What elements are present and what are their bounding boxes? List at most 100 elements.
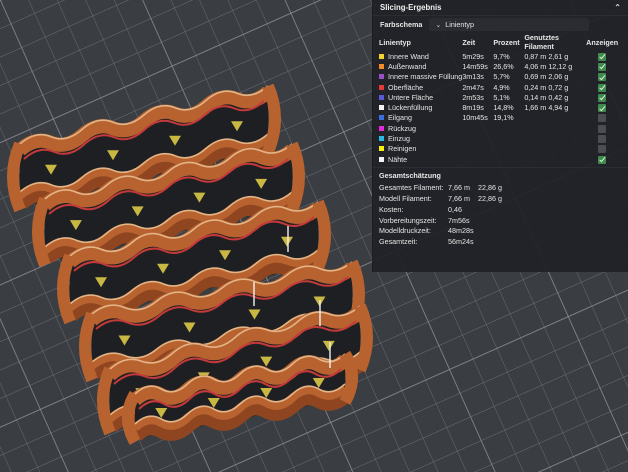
line-type-name: Lückenfüllung	[388, 103, 433, 113]
color-swatch	[379, 136, 384, 142]
color-swatch	[379, 105, 384, 111]
line-type-weight: 0,72 g	[548, 82, 569, 92]
line-type-length	[524, 113, 548, 123]
line-type-row: Rückzug	[373, 123, 628, 133]
header-line-type: Linientyp	[379, 37, 411, 47]
line-type-header-row: Linientyp Zeit Prozent Genutztes Filamen…	[373, 33, 628, 51]
summary-key: Modell Filament:	[379, 193, 432, 203]
line-type-row: Eilgang 10m45s 19,1%	[373, 113, 628, 123]
summary-key: Vorbereitungszeit:	[379, 215, 437, 225]
color-swatch	[379, 146, 384, 152]
line-type-name-cell: Nähte	[373, 154, 462, 164]
line-type-name-cell: Innere massive Füllung	[373, 72, 462, 82]
color-swatch	[379, 156, 384, 162]
visibility-checkbox[interactable]	[598, 124, 607, 133]
line-type-name-cell: Lückenfüllung	[373, 102, 462, 112]
line-type-weight: 0,42 g	[548, 92, 569, 102]
line-type-name-cell: Einzug	[373, 133, 462, 143]
line-type-row: Innere massive Füllung 3m13s 5,7% 0,69 m 2,0…	[373, 72, 628, 82]
summary-value: 7,66 m	[448, 193, 470, 203]
line-type-visibility	[576, 144, 628, 154]
line-type-time	[462, 154, 493, 164]
header-show: Anzeigen	[586, 37, 619, 47]
line-type-length	[524, 154, 548, 164]
line-type-percent: 5,7%	[493, 72, 510, 82]
line-type-time	[462, 133, 493, 143]
line-type-row: Innere Wand 5m29s 9,7% 0,87 m 2,61 g	[373, 51, 628, 61]
line-type-row: Nähte	[373, 154, 628, 164]
line-type-visibility	[576, 92, 628, 102]
line-type-visibility	[576, 133, 628, 144]
summary-value-secondary: 22,86 g	[478, 193, 502, 203]
summary-key: Gesamtzeit:	[379, 237, 418, 247]
summary-row: Gesamtzeit: 56m24s	[373, 236, 628, 247]
line-type-weight: 2,06 g	[548, 72, 569, 82]
line-type-name-cell: Reinigen	[373, 144, 462, 154]
line-type-name-cell: Außenwand	[373, 61, 462, 71]
line-type-visibility	[576, 113, 628, 123]
visibility-checkbox[interactable]	[598, 52, 607, 61]
line-type-table: Linientyp Zeit Prozent Genutztes Filamen…	[373, 33, 628, 164]
line-type-percent: 26,6%	[493, 61, 514, 71]
line-type-name-cell: Untere Fläche	[373, 92, 462, 102]
line-type-visibility	[576, 102, 628, 113]
visibility-checkbox[interactable]	[598, 145, 607, 154]
summary-key: Gesamtes Filament:	[379, 183, 444, 193]
summary-value-secondary	[478, 225, 628, 236]
wall-side-left	[79, 311, 98, 383]
wall-side-left	[57, 253, 76, 325]
panel-title: Slicing-Ergebnis	[380, 3, 442, 12]
color-scheme-dropdown[interactable]: ⌄ Linientyp	[429, 18, 590, 31]
line-type-row: Reinigen	[373, 144, 628, 154]
header-filament: Genutztes Filament	[524, 33, 560, 51]
summary-row: Modell Filament: 7,66 m 22,86 g	[373, 193, 628, 204]
summary-table: Gesamtes Filament: 7,66 m 22,86 g Modell Fi…	[373, 182, 628, 247]
visibility-checkbox[interactable]	[598, 83, 607, 92]
summary-key: Modelldruckzeit:	[379, 226, 431, 236]
line-type-weight: 12,12 g	[548, 61, 573, 71]
summary-value: 48m28s	[448, 226, 474, 236]
line-type-name: Nähte	[388, 154, 408, 164]
summary-row: Vorbereitungszeit: 7m56s	[373, 215, 628, 226]
line-type-weight: 2,61 g	[548, 51, 569, 61]
visibility-checkbox[interactable]	[598, 73, 607, 82]
summary-row: Kosten: 0,46	[373, 204, 628, 215]
chevron-down-icon: ⌄	[435, 21, 442, 29]
visibility-checkbox[interactable]	[598, 104, 607, 113]
line-type-time: 10m45s	[462, 113, 488, 123]
line-type-length: 4,06 m	[524, 61, 547, 71]
wall-side-right	[286, 141, 305, 213]
line-type-name-cell: Eilgang	[373, 113, 462, 123]
line-type-weight	[548, 144, 576, 154]
line-type-time: 14m59s	[462, 61, 488, 71]
line-type-length: 0,87 m	[524, 51, 547, 61]
collapse-icon[interactable]: ⌃	[614, 3, 621, 12]
line-type-row: Außenwand 14m59s 26,6% 4,06 m 12,12 g	[373, 61, 628, 71]
line-type-name-cell: Innere Wand	[373, 51, 462, 61]
summary-value: 0,46	[448, 204, 462, 214]
line-type-weight	[548, 154, 576, 164]
wall-side-left	[32, 196, 51, 268]
line-type-name: Rückzug	[388, 123, 416, 133]
line-type-length	[524, 133, 548, 143]
color-swatch	[379, 94, 384, 100]
color-scheme-label: Farbschema	[380, 20, 423, 29]
line-type-percent	[493, 154, 524, 164]
visibility-checkbox[interactable]	[598, 135, 607, 144]
line-type-name: Innere massive Füllung	[388, 72, 463, 82]
visibility-checkbox[interactable]	[598, 155, 607, 164]
line-type-row: Untere Fläche 2m53s 5,1% 0,14 m 0,42 g	[373, 92, 628, 102]
slicing-result-panel: Slicing-Ergebnis ⌃ Farbschema ⌄ Linienty…	[372, 0, 628, 272]
line-type-percent	[493, 133, 524, 143]
line-type-weight	[548, 113, 576, 123]
visibility-checkbox[interactable]	[598, 93, 607, 102]
line-type-time	[462, 123, 493, 133]
visibility-checkbox[interactable]	[598, 62, 607, 71]
header-time: Zeit	[462, 37, 476, 47]
line-type-name: Innere Wand	[388, 51, 429, 61]
panel-header[interactable]: Slicing-Ergebnis ⌃	[373, 0, 628, 15]
visibility-checkbox[interactable]	[598, 114, 607, 123]
color-swatch	[379, 115, 384, 121]
line-type-percent: 5,1%	[493, 92, 510, 102]
line-type-time: 2m53s	[462, 92, 484, 102]
